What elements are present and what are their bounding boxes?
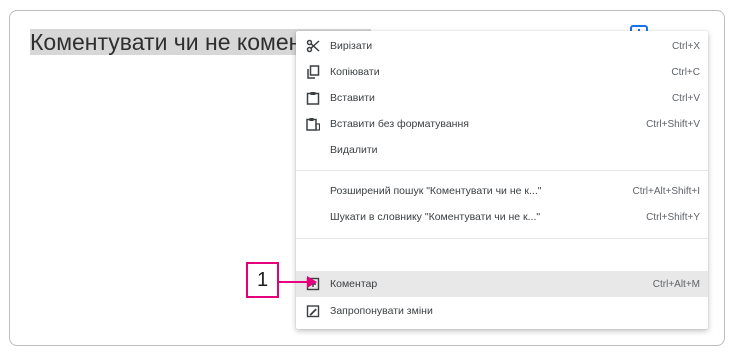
scissors-icon (306, 39, 320, 53)
menu-separator (296, 238, 708, 239)
menu-item-shortcut: Ctrl+Alt+Shift+I (632, 185, 700, 197)
menu-separator (296, 170, 708, 171)
menu-item-label: Копіювати (330, 66, 380, 78)
paste-plain-icon (306, 118, 320, 131)
menu-item-shortcut: Ctrl+V (671, 92, 700, 104)
copy-icon (307, 65, 320, 79)
clipboard-icon (306, 92, 320, 105)
menu-item-label: Шукати в словнику "Коментувати чи не к..… (330, 211, 541, 223)
menu-item-label: Видалити (330, 144, 378, 156)
menu-item-label: Коментар (330, 278, 378, 290)
menu-item-shortcut: Ctrl+Shift+Y (646, 211, 700, 223)
menu-item-shortcut: Ctrl+Alt+M (652, 278, 700, 290)
menu-item-label: Запропонувати зміни (330, 305, 433, 317)
menu-item-shortcut: Ctrl+X (671, 40, 700, 52)
callout-arrow-icon (279, 276, 317, 288)
menu-item-delete[interactable]: Видалити (296, 137, 708, 163)
menu-item-paste-plain[interactable]: Вставити без форматування Ctrl+Shift+V (296, 111, 708, 137)
callout-number-box: 1 (246, 262, 279, 298)
menu-item-label: Вставити без форматування (330, 118, 469, 130)
context-menu: Вирізати Ctrl+X Копіювати Ctrl+C Вставит… (296, 31, 708, 329)
menu-item-cut[interactable]: Вирізати Ctrl+X (296, 33, 708, 59)
menu-item-label: Розширений пошук "Коментувати чи не к...… (330, 185, 542, 197)
menu-item-shortcut: Ctrl+Shift+V (646, 118, 700, 130)
menu-item-dictionary[interactable]: Шукати в словнику "Коментувати чи не к..… (296, 204, 708, 230)
suggest-edits-icon (306, 305, 320, 318)
menu-item-label: Вставити (330, 92, 375, 104)
menu-item-copy[interactable]: Копіювати Ctrl+C (296, 59, 708, 85)
callout-number: 1 (256, 268, 269, 291)
menu-item-comment[interactable]: Коментар Ctrl+Alt+M (296, 271, 708, 297)
menu-item-paste[interactable]: Вставити Ctrl+V (296, 85, 708, 111)
menu-item-shortcut: Ctrl+C (671, 66, 700, 78)
menu-item-label: Вирізати (330, 40, 373, 52)
menu-item-suggest-edits[interactable]: Запропонувати зміни (296, 298, 708, 324)
menu-item-advanced-search[interactable]: Розширений пошук "Коментувати чи не к...… (296, 178, 708, 204)
